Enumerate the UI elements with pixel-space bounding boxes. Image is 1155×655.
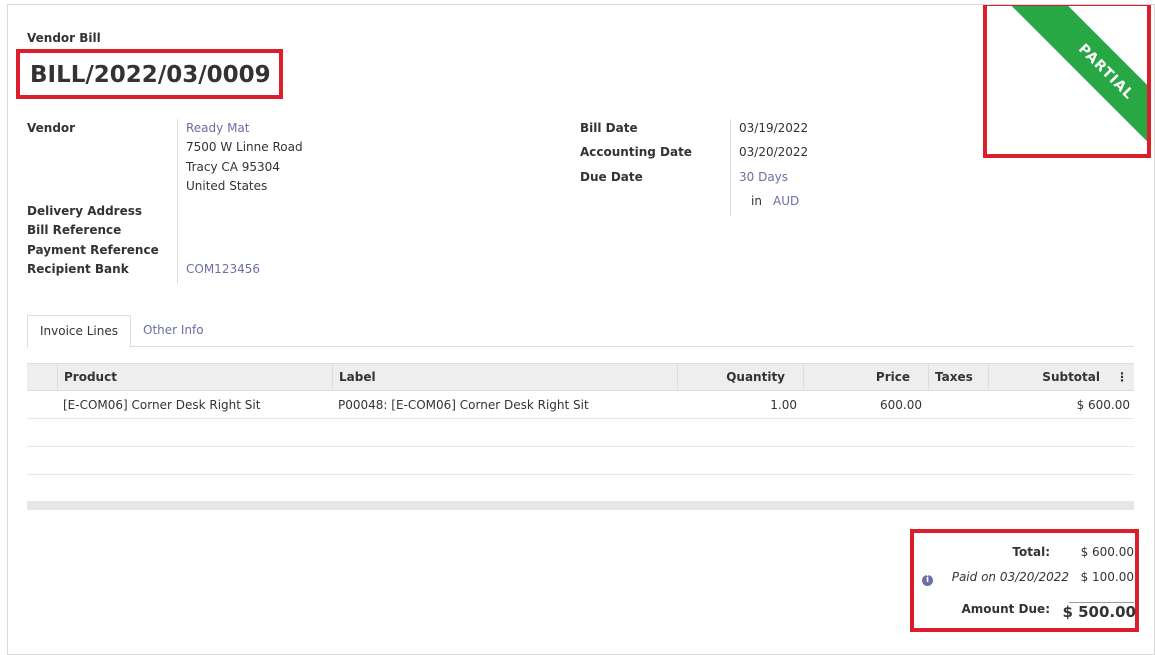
amount-due-label: Amount Due: xyxy=(961,602,1050,616)
table-footer xyxy=(27,501,1134,510)
currency-link[interactable]: AUD xyxy=(773,194,799,208)
paid-label: Paid on 03/20/2022 xyxy=(951,570,1069,584)
delivery-address-label: Delivery Address xyxy=(27,204,143,218)
empty-row xyxy=(27,447,1134,475)
column-header-product[interactable]: Product xyxy=(57,364,332,391)
totals-summary: Total: $ 600.00 i Paid on 03/20/2022 $ 1… xyxy=(910,529,1139,632)
recipient-bank-label: Recipient Bank xyxy=(27,262,129,276)
table-row[interactable]: [E-COM06] Corner Desk Right Sit P00048: … xyxy=(27,391,1134,419)
column-header-label[interactable]: Label xyxy=(332,364,677,391)
tab-invoice-lines[interactable]: Invoice Lines xyxy=(27,315,131,348)
cell-product[interactable]: [E-COM06] Corner Desk Right Sit xyxy=(57,391,332,419)
vendor-link[interactable]: Ready Mat xyxy=(186,121,249,135)
cell-quantity[interactable]: 1.00 xyxy=(677,391,803,419)
handle-column-header xyxy=(27,364,57,391)
form-sheet: Vendor Bill BILL/2022/03/0009 PARTIAL Ve… xyxy=(7,4,1155,655)
paid-value: $ 100.00 xyxy=(1080,570,1134,584)
bill-date-value[interactable]: 03/19/2022 xyxy=(739,121,808,135)
table-header: Product Label Quantity Price Taxes Subto… xyxy=(27,363,1134,391)
vendor-address-line1: 7500 W Linne Road xyxy=(186,140,303,154)
bill-date-label: Bill Date xyxy=(580,121,638,135)
amount-due-value: $ 500.00 xyxy=(1062,603,1136,621)
invoice-lines-table: Product Label Quantity Price Taxes Subto… xyxy=(27,363,1134,510)
bill-number-title: BILL/2022/03/0009 xyxy=(16,49,283,99)
cell-taxes[interactable] xyxy=(928,391,988,419)
payment-reference-label: Payment Reference xyxy=(27,243,159,257)
total-label: Total: xyxy=(1012,545,1050,559)
recipient-bank-link[interactable]: COM123456 xyxy=(186,262,260,276)
column-header-subtotal[interactable]: Subtotal xyxy=(988,364,1110,391)
bill-reference-label: Bill Reference xyxy=(27,223,122,237)
vendor-address-line2: Tracy CA 95304 xyxy=(186,160,280,174)
accounting-date-value[interactable]: 03/20/2022 xyxy=(739,145,808,159)
status-ribbon-highlight: PARTIAL xyxy=(983,5,1151,158)
vendor-label: Vendor xyxy=(27,121,76,135)
currency-in-label: in xyxy=(751,194,762,208)
payment-terms-link[interactable]: 30 Days xyxy=(739,170,788,184)
cell-label[interactable]: P00048: [E-COM06] Corner Desk Right Sit xyxy=(332,391,677,419)
column-header-taxes[interactable]: Taxes xyxy=(928,364,988,391)
vendor-address-line3: United States xyxy=(186,179,268,193)
tab-other-info[interactable]: Other Info xyxy=(131,315,216,348)
empty-row xyxy=(27,419,1134,447)
accounting-date-label: Accounting Date xyxy=(580,145,692,159)
left-field-divider xyxy=(177,119,178,284)
due-date-label: Due Date xyxy=(580,170,643,184)
cell-price[interactable]: 600.00 xyxy=(803,391,928,419)
cell-subtotal: $ 600.00 xyxy=(1076,398,1130,412)
notebook-tabs: Invoice Lines Other Info xyxy=(27,315,1134,348)
optional-columns-icon[interactable]: ⋮ xyxy=(1110,364,1134,391)
column-header-price[interactable]: Price xyxy=(803,364,928,391)
total-value: $ 600.00 xyxy=(1080,545,1134,559)
status-ribbon: PARTIAL xyxy=(1010,6,1147,154)
right-field-divider xyxy=(730,119,731,216)
column-header-quantity[interactable]: Quantity xyxy=(677,364,803,391)
document-type-label: Vendor Bill xyxy=(27,31,101,45)
